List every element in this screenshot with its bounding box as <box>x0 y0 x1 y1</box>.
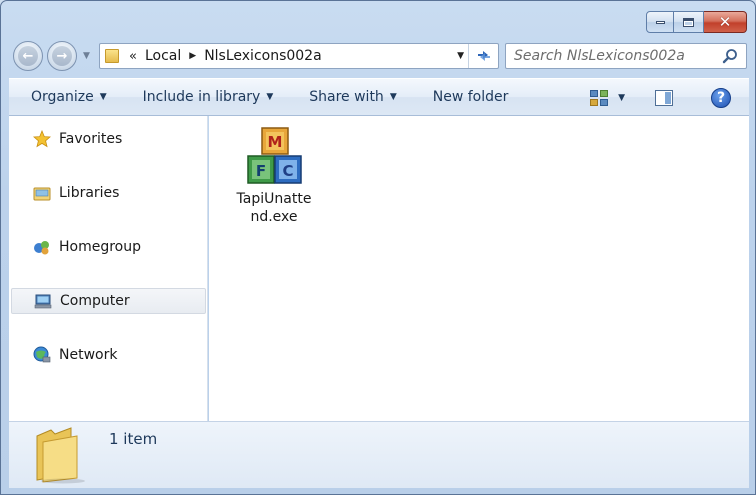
share-with-button[interactable]: Share with ▼ <box>309 89 396 105</box>
homegroup-icon <box>33 238 51 256</box>
recent-pages-dropdown[interactable]: ▼ <box>83 51 90 61</box>
breadcrumb-overflow[interactable]: « <box>129 49 137 64</box>
new-folder-label: New folder <box>432 89 509 105</box>
folder-icon <box>105 49 119 63</box>
forward-button[interactable]: → <box>47 41 77 71</box>
refresh-button[interactable] <box>468 44 498 68</box>
details-pane: 1 item <box>9 421 749 488</box>
sidebar-item-network[interactable]: Network <box>11 342 206 368</box>
sidebar-item-label: Network <box>59 347 118 363</box>
sidebar-item-libraries[interactable]: Libraries <box>11 180 206 206</box>
explorer-window: ✕ ← → ▼ « Local ▶ NlsLexicons002a ▼ Sear… <box>0 0 756 495</box>
share-with-label: Share with <box>309 89 384 105</box>
sidebar-item-computer[interactable]: Computer <box>11 288 206 314</box>
forward-arrow-icon: → <box>52 46 72 66</box>
organize-button[interactable]: Organize ▼ <box>31 89 107 105</box>
preview-pane-icon[interactable] <box>655 90 673 106</box>
chevron-down-icon: ▼ <box>99 92 107 102</box>
include-in-library-label: Include in library <box>142 89 261 105</box>
block-letter-m: M <box>268 133 283 151</box>
sidebar-item-label: Libraries <box>59 185 120 201</box>
new-folder-button[interactable]: New folder <box>433 89 509 105</box>
star-icon <box>33 130 51 148</box>
view-options-dropdown[interactable]: ▼ <box>618 93 625 103</box>
close-icon: ✕ <box>718 12 732 31</box>
search-icon[interactable] <box>722 48 738 64</box>
block-letter-f: F <box>256 162 266 180</box>
breadcrumb-local[interactable]: Local <box>145 48 181 64</box>
sidebar-item-label: Homegroup <box>59 239 142 255</box>
maximize-icon <box>683 17 694 27</box>
folder-icon <box>36 427 85 484</box>
mfc-blocks-icon: M F C <box>247 127 302 184</box>
command-bar: Organize ▼ Include in library ▼ Share with… <box>9 78 749 116</box>
sidebar-item-favorites[interactable]: Favorites <box>11 126 206 152</box>
computer-icon <box>34 292 52 310</box>
help-icon[interactable]: ? <box>711 88 731 108</box>
libraries-icon <box>33 184 51 202</box>
command-bar-right: ▼ ? <box>590 79 749 117</box>
navigation-pane: Favorites Libraries Homegroup Computer N… <box>9 116 208 421</box>
back-arrow-icon: ← <box>18 46 38 66</box>
chevron-down-icon: ▼ <box>389 92 397 102</box>
address-dropdown-icon[interactable]: ▼ <box>457 51 464 61</box>
change-view-icon[interactable] <box>590 90 609 106</box>
sidebar-item-label: Computer <box>60 293 130 309</box>
block-letter-c: C <box>282 162 293 180</box>
maximize-button[interactable] <box>674 11 704 33</box>
file-item[interactable]: M F C TapiUnattend.exe <box>231 126 317 226</box>
chevron-down-icon: ▼ <box>266 92 274 102</box>
back-button[interactable]: ← <box>13 41 43 71</box>
search-box <box>505 43 747 69</box>
include-in-library-button[interactable]: Include in library ▼ <box>143 89 274 105</box>
close-button[interactable]: ✕ <box>704 11 747 33</box>
search-input[interactable] <box>514 48 714 64</box>
minimize-button[interactable] <box>646 11 674 33</box>
address-bar[interactable]: « Local ▶ NlsLexicons002a ▼ <box>99 43 499 69</box>
refresh-icon <box>477 51 490 61</box>
sidebar-item-homegroup[interactable]: Homegroup <box>11 234 206 260</box>
breadcrumb-chevron-icon[interactable]: ▶ <box>189 51 196 61</box>
network-icon <box>33 346 51 364</box>
breadcrumb-current[interactable]: NlsLexicons002a <box>204 48 321 64</box>
caption-buttons: ✕ <box>646 11 747 33</box>
file-list[interactable]: M F C TapiUnattend.exe <box>209 116 749 421</box>
file-name: TapiUnattend.exe <box>236 191 312 225</box>
minimize-icon <box>655 20 665 24</box>
navigation-buttons: ← → ▼ <box>11 40 97 72</box>
organize-label: Organize <box>31 89 94 105</box>
item-count: 1 item <box>109 430 158 448</box>
sidebar-item-label: Favorites <box>59 131 123 147</box>
